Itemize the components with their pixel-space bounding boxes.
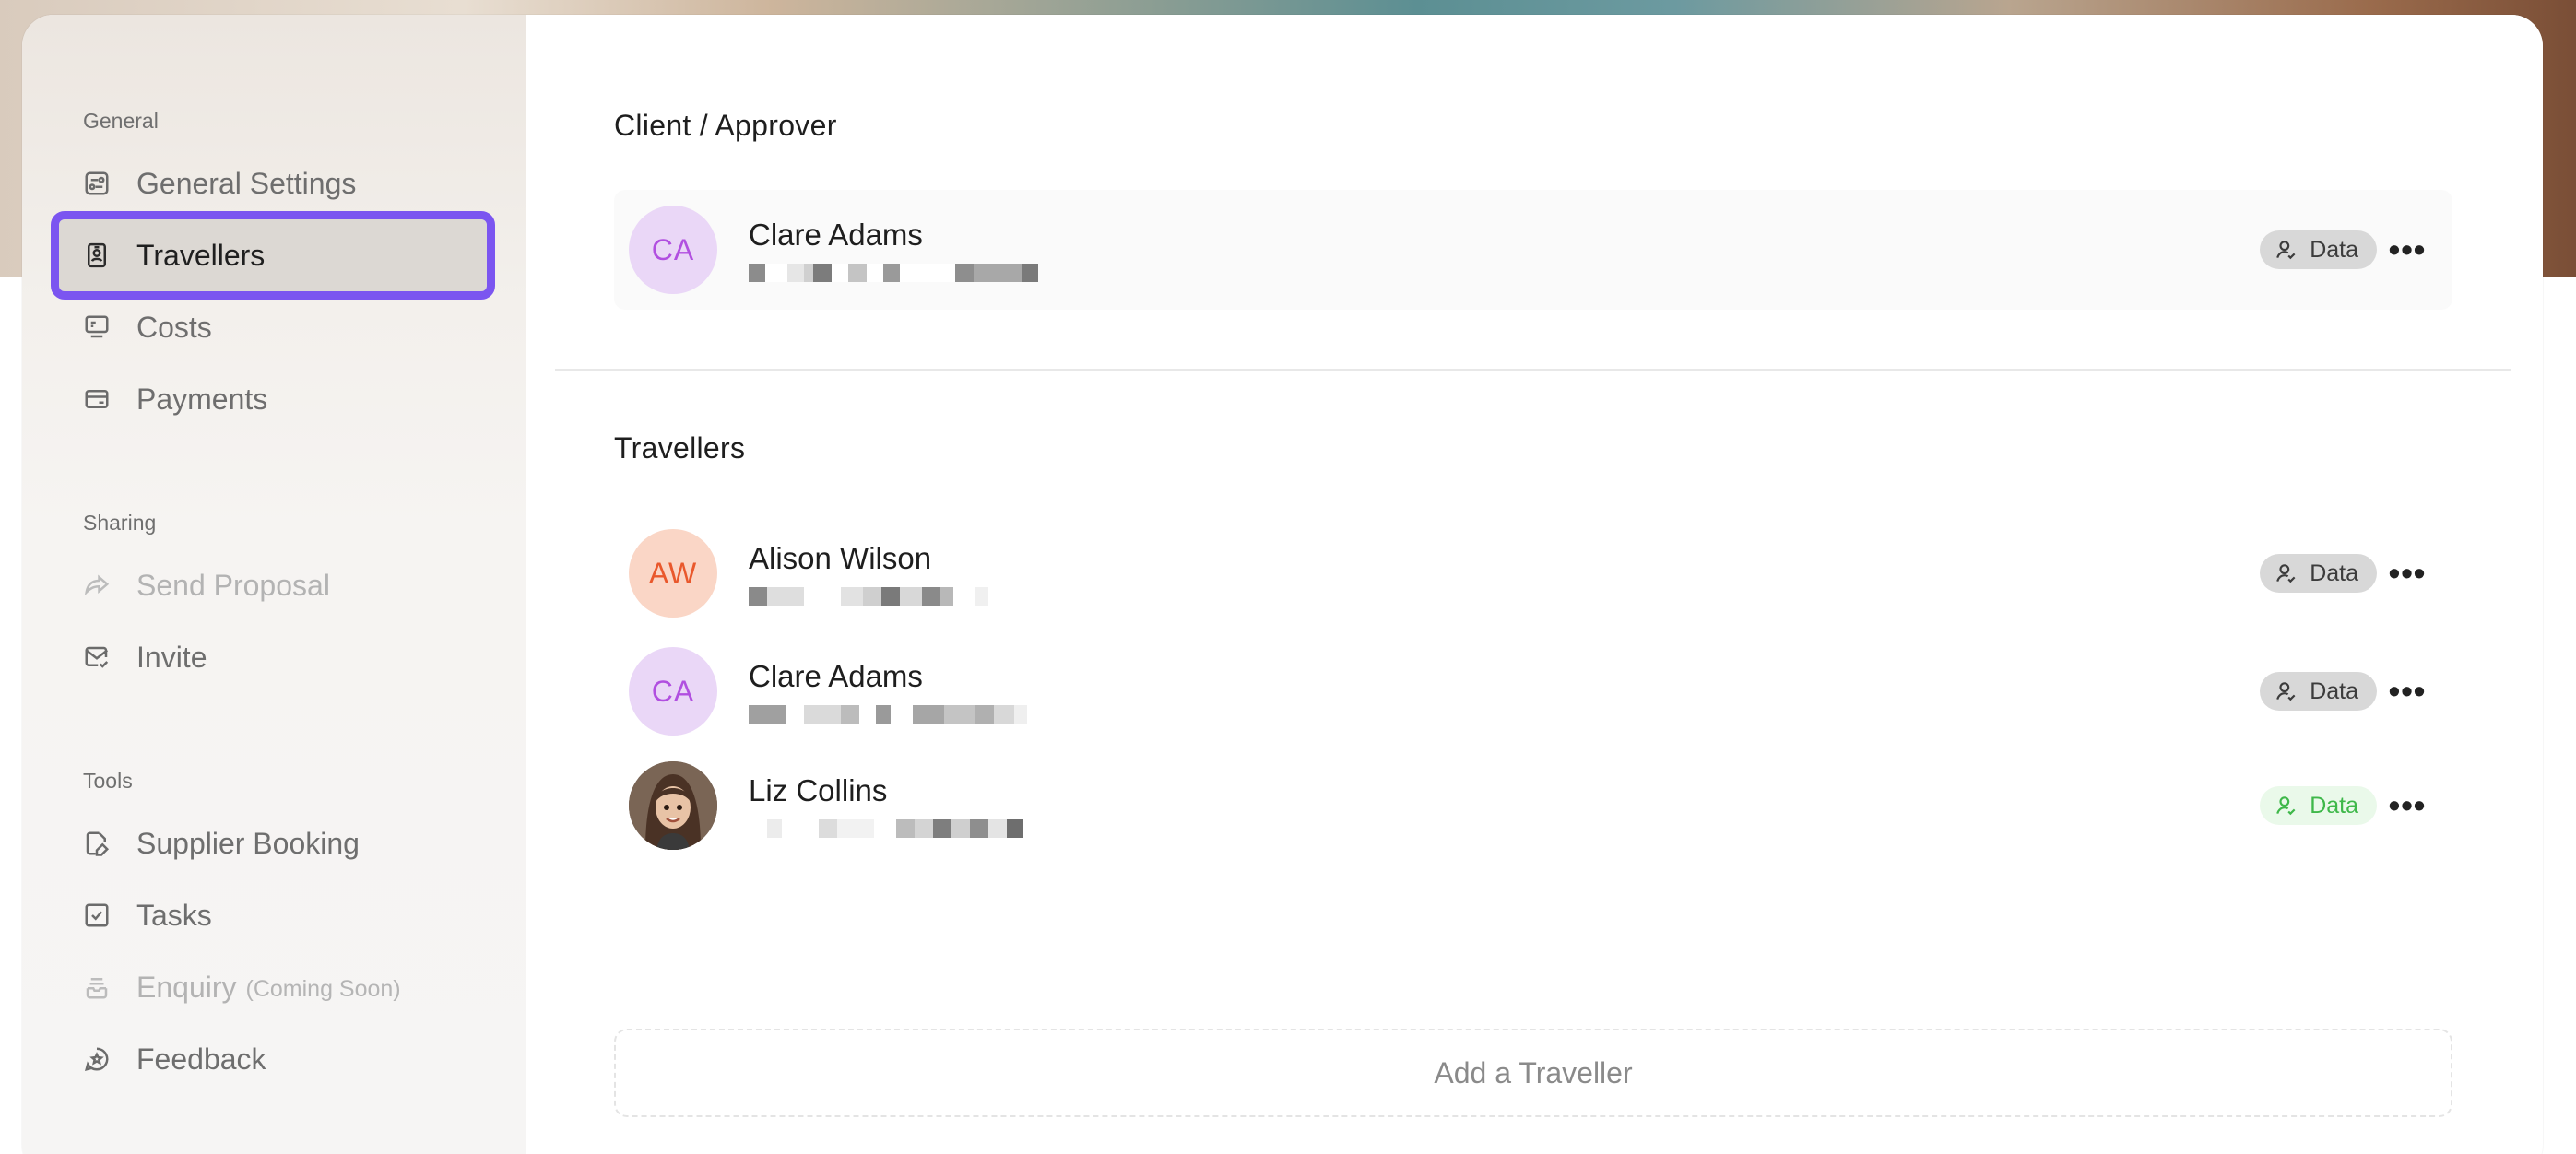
- redacted-contact: [749, 587, 988, 606]
- sidebar-item-send-proposal[interactable]: Send Proposal: [59, 549, 487, 621]
- settings-sliders-icon: [83, 170, 111, 197]
- traveller-row[interactable]: CA Clare Adams Data •••: [614, 631, 2452, 751]
- data-badge[interactable]: Data: [2260, 554, 2377, 593]
- row-actions: Data •••: [2260, 554, 2430, 593]
- sidebar-item-label: Payments: [136, 382, 268, 416]
- sidebar-item-travellers[interactable]: Travellers: [51, 211, 495, 300]
- sidebar-item-label: Travellers: [136, 238, 266, 272]
- section-label-tools: Tools: [83, 769, 133, 793]
- costs-icon: [83, 313, 111, 341]
- app-window: General General Settings Travellers Cost…: [22, 15, 2543, 1154]
- sidebar-item-general-settings[interactable]: General Settings: [59, 147, 487, 219]
- traveller-info: Clare Adams: [749, 659, 1027, 724]
- traveller-row[interactable]: Liz Collins Data •••: [614, 746, 2452, 866]
- row-actions: Data •••: [2260, 786, 2430, 825]
- traveller-info: Liz Collins: [749, 773, 1023, 838]
- traveller-badge-icon: [83, 241, 111, 269]
- section-label-sharing: Sharing: [83, 511, 157, 535]
- sidebar: General General Settings Travellers Cost…: [22, 15, 526, 1154]
- sidebar-item-feedback[interactable]: Feedback: [59, 1023, 487, 1095]
- add-traveller-button[interactable]: Add a Traveller: [614, 1029, 2452, 1117]
- section-label-general: General: [83, 109, 159, 133]
- data-badge[interactable]: Data: [2260, 672, 2377, 711]
- sidebar-item-label: Feedback: [136, 1042, 266, 1076]
- user-check-icon: [2276, 796, 2296, 816]
- traveller-name: Clare Adams: [749, 659, 923, 693]
- avatar: CA: [629, 206, 717, 294]
- more-options-icon[interactable]: •••: [2384, 672, 2430, 711]
- redacted-contact: [749, 705, 1027, 724]
- sidebar-item-tasks[interactable]: Tasks: [59, 879, 487, 951]
- sidebar-item-label: Invite: [136, 640, 207, 674]
- memoji-avatar-icon: [629, 761, 717, 850]
- credit-card-icon: [83, 385, 111, 413]
- data-badge-label: Data: [2310, 236, 2358, 263]
- row-actions: Data •••: [2260, 672, 2430, 711]
- avatar: CA: [629, 647, 717, 736]
- client-section-title: Client / Approver: [614, 109, 837, 142]
- client-info: Clare Adams: [749, 218, 1038, 282]
- section-divider: [555, 369, 2511, 371]
- more-options-icon[interactable]: •••: [2384, 230, 2430, 269]
- more-options-icon[interactable]: •••: [2384, 786, 2430, 825]
- client-row[interactable]: CA Clare Adams Data •••: [614, 190, 2452, 310]
- avatar: AW: [629, 529, 717, 618]
- sidebar-item-label: Tasks: [136, 898, 212, 932]
- user-check-icon: [2276, 564, 2296, 583]
- sidebar-item-enquiry[interactable]: Enquiry (Coming Soon): [59, 951, 487, 1023]
- traveller-info: Alison Wilson: [749, 541, 988, 606]
- share-arrow-icon: [83, 571, 111, 599]
- edit-document-icon: [83, 830, 111, 857]
- traveller-row[interactable]: AW Alison Wilson Data •••: [614, 513, 2452, 633]
- data-badge-label: Data: [2310, 792, 2358, 818]
- client-name: Clare Adams: [749, 218, 923, 252]
- data-badge[interactable]: Data: [2260, 786, 2377, 825]
- user-check-icon: [2276, 241, 2296, 260]
- travellers-section-title: Travellers: [614, 431, 746, 465]
- star-bubble-icon: [83, 1045, 111, 1073]
- sidebar-item-payments[interactable]: Payments: [59, 363, 487, 435]
- sidebar-item-costs[interactable]: Costs: [59, 291, 487, 363]
- data-badge-label: Data: [2310, 677, 2358, 704]
- mail-check-icon: [83, 643, 111, 671]
- sidebar-item-supplier-booking[interactable]: Supplier Booking: [59, 807, 487, 879]
- sidebar-item-label: Send Proposal: [136, 568, 330, 602]
- checkbox-icon: [83, 901, 111, 929]
- traveller-name: Liz Collins: [749, 773, 888, 807]
- more-options-icon[interactable]: •••: [2384, 554, 2430, 593]
- user-check-icon: [2276, 682, 2296, 701]
- main-panel: Client / Approver CA Clare Adams Data ••…: [526, 15, 2543, 1154]
- row-actions: Data •••: [2260, 230, 2430, 269]
- sidebar-item-label: Supplier Booking: [136, 826, 360, 860]
- traveller-name: Alison Wilson: [749, 541, 932, 575]
- data-badge-label: Data: [2310, 559, 2358, 586]
- coming-soon-label: (Coming Soon): [245, 975, 401, 1002]
- sidebar-item-label: General Settings: [136, 166, 357, 200]
- sidebar-item-invite[interactable]: Invite: [59, 621, 487, 693]
- data-badge[interactable]: Data: [2260, 230, 2377, 269]
- sidebar-item-label: Costs: [136, 310, 212, 344]
- inbox-icon: [83, 973, 111, 1001]
- avatar-photo: [629, 761, 717, 850]
- sidebar-item-label: Enquiry: [136, 970, 237, 1004]
- redacted-contact: [749, 264, 1038, 282]
- redacted-contact: [749, 819, 1023, 838]
